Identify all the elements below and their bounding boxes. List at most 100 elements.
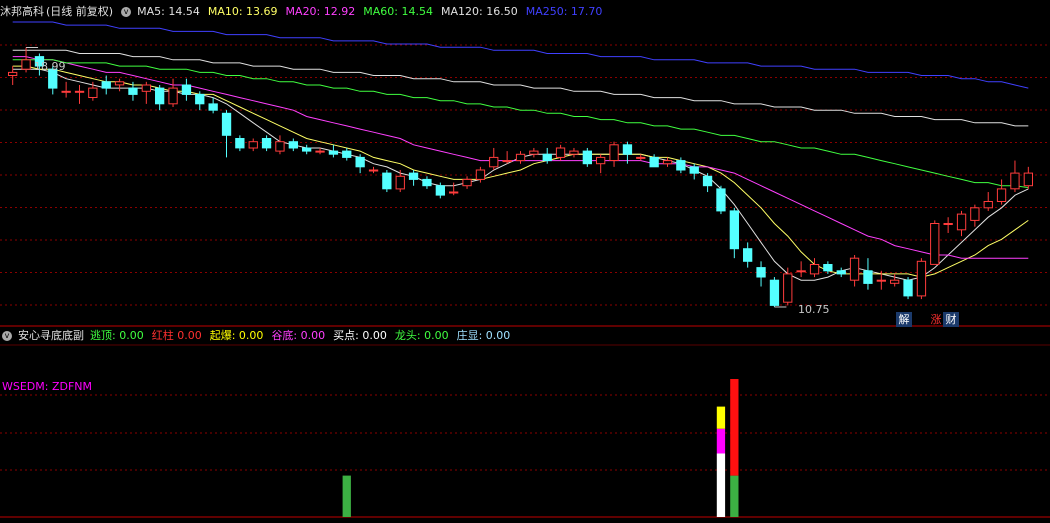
indicator-value: 0.00 xyxy=(482,329,511,342)
sub-chart-header: v 安心寻底底副 逃顶: 0.00 红柱 0.00 起爆: 0.00 谷底: 0.00 买点… xyxy=(0,327,524,345)
candle-body xyxy=(261,138,272,149)
indicator-value: 0.00 xyxy=(420,329,449,342)
ma-value: 12.92 xyxy=(320,5,356,18)
candle-body xyxy=(302,147,312,152)
candle-body xyxy=(1010,172,1020,190)
candle-body xyxy=(275,141,285,152)
indicator-label: 庄显: xyxy=(456,329,483,342)
signal-zhang-badge: 涨 xyxy=(930,313,942,326)
candle-body xyxy=(582,150,593,165)
candle-body xyxy=(155,87,165,105)
signal-cai-badge: 财 xyxy=(943,312,959,327)
ma-value: 14.54 xyxy=(164,5,200,18)
indicator-label: 谷底: xyxy=(271,329,298,342)
candle-body xyxy=(676,160,686,171)
candle-body xyxy=(542,153,552,162)
candle-body xyxy=(515,153,526,162)
candle-body xyxy=(569,150,579,155)
stock-chart[interactable] xyxy=(0,0,1050,523)
indicator-label: 买点: xyxy=(333,329,359,342)
candle-body xyxy=(328,150,339,155)
candle-body xyxy=(168,87,178,105)
candle-body xyxy=(195,93,205,105)
candle-body xyxy=(315,150,325,153)
candle-body xyxy=(502,160,512,163)
indicator-dropdown-icon[interactable]: v xyxy=(2,331,12,341)
ma-line-ma120 xyxy=(12,49,1029,127)
candle-body xyxy=(596,156,606,165)
candle-body xyxy=(21,59,31,70)
candle-body xyxy=(555,147,566,158)
candle-body xyxy=(382,172,392,190)
indicator-label: 红柱 xyxy=(151,329,174,342)
candle-body xyxy=(836,270,846,275)
candle-body xyxy=(943,223,953,225)
main-chart-header: 沐邦高科 (日线 前复权) v MA5: 14.54 MA10: 13.69 MA20: … xyxy=(0,3,616,21)
ma-value: 17.70 xyxy=(567,5,603,18)
candle-body xyxy=(342,150,352,158)
candle-body xyxy=(221,112,232,136)
candle-body xyxy=(636,156,646,159)
ma-value: 16.50 xyxy=(482,5,518,18)
indicator-value: 0.00 xyxy=(297,329,326,342)
candle-body xyxy=(849,257,860,281)
ma-line-ma10 xyxy=(12,65,1029,278)
candle-body xyxy=(930,223,940,265)
indicator-bar xyxy=(730,475,739,517)
candle-body xyxy=(435,185,446,196)
indicator-value: 0.00 xyxy=(235,329,264,342)
ma-line-ma250 xyxy=(12,21,1029,89)
candle-body xyxy=(863,270,873,284)
indicator-bar xyxy=(342,475,351,517)
candle-body xyxy=(996,188,1007,202)
indicator-value: 0.00 xyxy=(115,329,144,342)
subpanel-formula-label: WSEDM: ZDFNM xyxy=(2,380,93,393)
candle-body xyxy=(743,248,753,262)
candle-body xyxy=(823,264,833,272)
candle-body xyxy=(783,273,793,303)
ma-value: 13.69 xyxy=(242,5,278,18)
candle-body xyxy=(903,279,913,297)
ma-settings-dropdown-icon[interactable]: v xyxy=(121,7,132,17)
candle-body xyxy=(716,188,726,212)
candle-body xyxy=(114,81,125,86)
ma-legend: MA5: 14.54 MA10: 13.69 MA20: 12.92 MA60: 14… xyxy=(137,5,610,18)
candle-body xyxy=(395,175,405,190)
candle-body xyxy=(248,141,258,149)
indicator-bar xyxy=(716,428,726,454)
candle-body xyxy=(649,156,659,168)
candle-body xyxy=(235,138,245,149)
candle-body xyxy=(449,191,459,194)
candle-body xyxy=(689,166,699,174)
low-price-annotation: 10.75 xyxy=(798,303,830,316)
ma-label: MA10: xyxy=(207,5,243,18)
candle-body xyxy=(422,178,432,187)
candle-body xyxy=(876,279,887,282)
candle-body xyxy=(141,84,151,92)
candle-body xyxy=(8,71,18,77)
candle-body xyxy=(609,144,619,162)
indicator-legend: 逃顶: 0.00 红柱 0.00 起爆: 0.00 谷底: 0.00 买点: 0.00 龙… xyxy=(90,329,518,342)
ma-value: 14.54 xyxy=(397,5,433,18)
candle-body xyxy=(61,90,71,93)
candle-body xyxy=(101,81,111,89)
candle-body xyxy=(890,279,900,284)
candle-body xyxy=(796,270,806,273)
candle-body xyxy=(729,210,740,250)
candle-body xyxy=(970,207,980,221)
ma-label: MA5: xyxy=(137,5,165,18)
candle-body xyxy=(88,87,98,98)
candle-body xyxy=(128,87,138,95)
candle-body xyxy=(809,264,820,275)
candle-body xyxy=(462,178,472,187)
candle-body xyxy=(368,169,379,172)
candle-body xyxy=(181,84,192,95)
ma-label: MA60: xyxy=(363,5,398,18)
candle-body xyxy=(288,141,299,149)
indicator-name: 安心寻底底副 xyxy=(18,329,84,342)
candle-body xyxy=(662,160,673,165)
stock-name: 沐邦高科 xyxy=(0,5,44,18)
ma-line-ma60 xyxy=(12,59,1029,189)
candle-body xyxy=(916,260,927,297)
candle-body xyxy=(74,90,85,93)
